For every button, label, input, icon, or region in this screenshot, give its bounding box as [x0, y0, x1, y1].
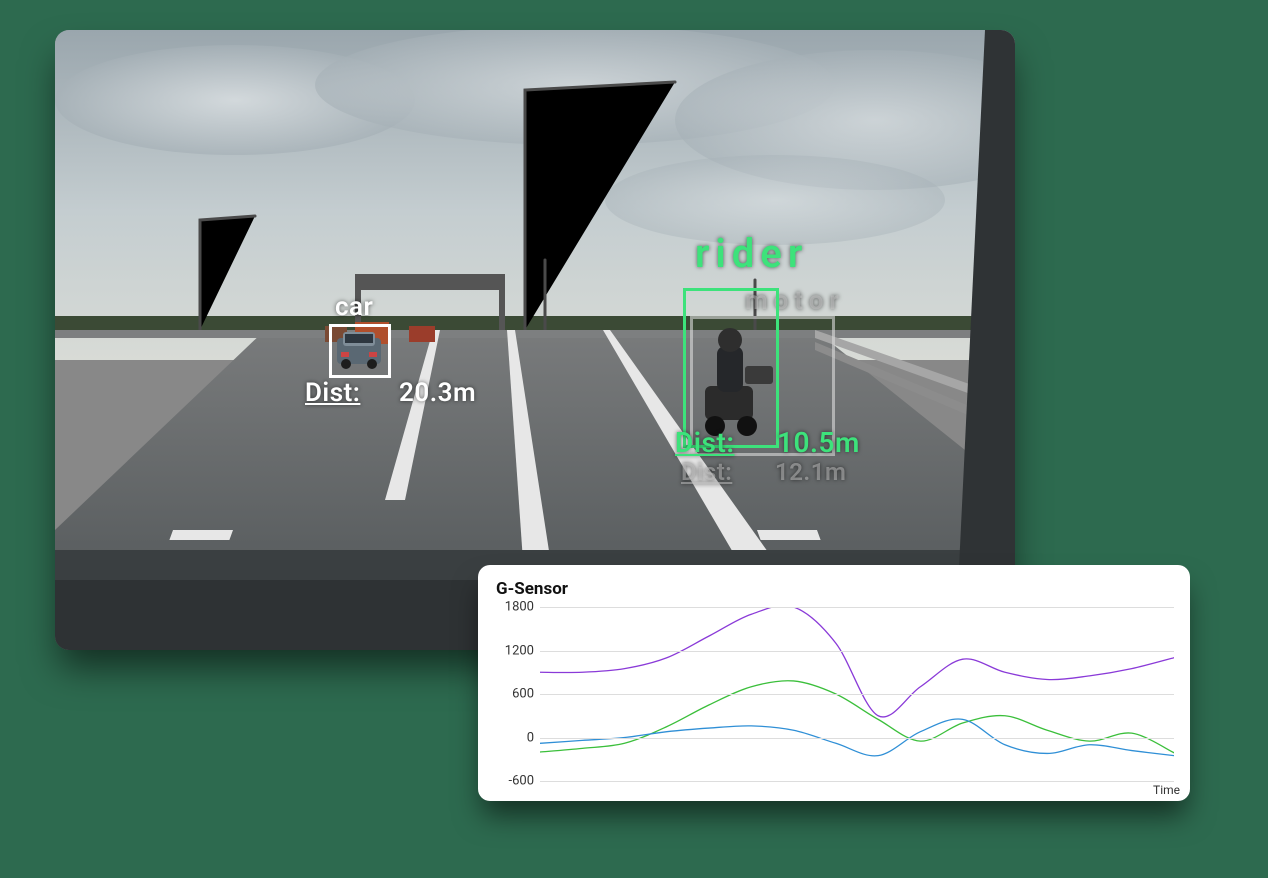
chart-y-tick: 600 [494, 687, 534, 702]
chart-plot-area: -600060012001800 [540, 607, 1174, 781]
chart-gridline [540, 607, 1174, 608]
chart-y-tick: 0 [494, 730, 534, 745]
chart-series-axis-purple [540, 607, 1174, 717]
dist-value-rider: 10.5m [777, 426, 860, 459]
chart-gridline [540, 738, 1174, 739]
chart-x-axis-label: Time [1153, 783, 1180, 797]
chart-y-tick: -600 [494, 774, 534, 789]
chart-gridline [540, 651, 1174, 652]
dist-label-rider: Dist: [675, 426, 734, 459]
dashcam-scene [55, 30, 1015, 650]
dist-label-car: Dist: [305, 378, 360, 408]
bbox-car [329, 324, 391, 378]
chart-title: G-Sensor [496, 579, 568, 599]
label-car: car [335, 292, 373, 322]
dashcam-frame: motor Dist: 12.1m car Dist: 20.3m rider … [55, 30, 1015, 650]
dist-value-motorcycle: 12.1m [775, 458, 846, 486]
gsensor-chart-card: G-Sensor -600060012001800 Time [478, 565, 1190, 801]
bbox-rider [683, 288, 779, 448]
chart-gridline [540, 694, 1174, 695]
chart-y-tick: 1800 [494, 600, 534, 615]
chart-y-tick: 1200 [494, 643, 534, 658]
label-rider: rider [695, 230, 808, 277]
dist-value-car: 20.3m [399, 378, 476, 408]
chart-gridline [540, 781, 1174, 782]
dist-label-motorcycle: Dist: [681, 458, 732, 486]
chart-series-axis-green [540, 681, 1174, 753]
